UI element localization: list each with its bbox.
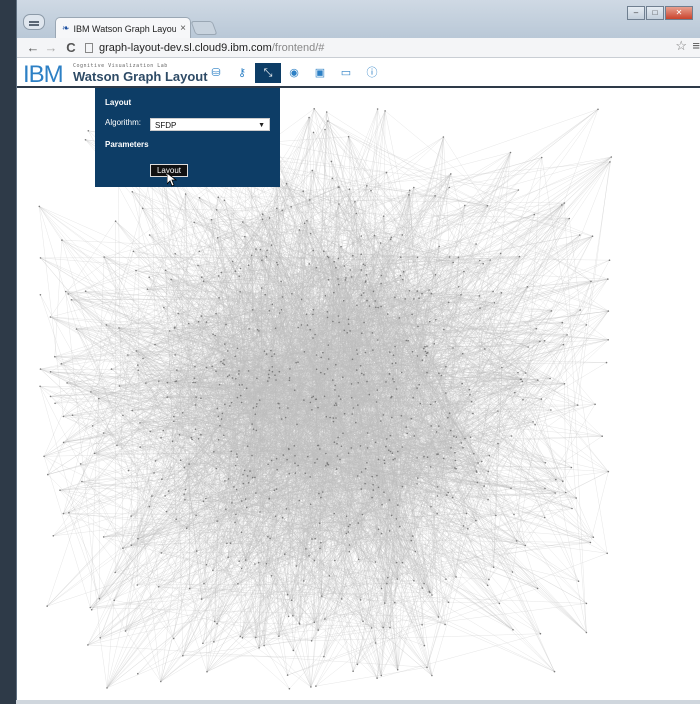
algorithm-value: SFDP [155, 121, 177, 130]
window-bottom-edge [16, 700, 700, 704]
app-header: IBM Cognitive Visualization Lab Watson G… [17, 59, 700, 88]
back-button[interactable]: ← [25, 39, 41, 57]
browser-toolbar: ← → C graph-layout-dev.sl.cloud9.ibm.com… [17, 38, 700, 58]
chevron-down-icon: ▼ [258, 122, 265, 129]
browser-menu-icon[interactable] [23, 14, 45, 30]
page-icon [85, 43, 93, 53]
algorithm-label: Algorithm: [105, 118, 142, 127]
chrome-menu-icon[interactable]: ≡ [692, 38, 700, 53]
browser-tab[interactable]: ❧ IBM Watson Graph Layout × [55, 17, 191, 39]
info-icon[interactable]: ⓘ [359, 63, 385, 83]
tab-close-icon[interactable]: × [176, 23, 190, 34]
watson-favicon-icon: ❧ [62, 23, 70, 33]
layout-panel: Layout Algorithm: SFDP ▼ Parameters Layo… [95, 88, 280, 187]
title-bar: ❧ IBM Watson Graph Layout × – □ ✕ [17, 0, 700, 39]
window-controls: – □ ✕ [626, 6, 693, 20]
parameters-heading: Parameters [105, 140, 149, 149]
ibm-logo: IBM [23, 61, 64, 88]
close-window-button[interactable]: ✕ [665, 6, 693, 20]
url-host: graph-layout-dev.sl.cloud9.ibm.com [99, 42, 272, 54]
algorithm-select[interactable]: SFDP ▼ [150, 118, 270, 131]
app-title: Watson Graph Layout [73, 69, 208, 84]
layout-icon[interactable]: ⤡ [255, 63, 281, 83]
address-bar[interactable]: graph-layout-dev.sl.cloud9.ibm.com /fron… [83, 39, 685, 57]
image-icon[interactable]: ▣ [307, 63, 333, 83]
app-nav-icons: ⛁ ⚷ ⤡ ◉ ▣ ▭ ⓘ [203, 63, 385, 83]
monitor-icon[interactable]: ▭ [333, 63, 359, 83]
forward-button[interactable]: → [43, 39, 59, 57]
reload-button[interactable]: C [63, 39, 79, 57]
mouse-cursor-icon [167, 173, 177, 187]
layout-heading: Layout [105, 98, 132, 107]
maximize-button[interactable]: □ [646, 6, 664, 20]
key-icon[interactable]: ⚷ [229, 63, 255, 83]
eye-icon[interactable]: ◉ [281, 63, 307, 83]
url-path: /frontend/# [271, 42, 325, 54]
tab-title: IBM Watson Graph Layout [73, 23, 176, 34]
database-icon[interactable]: ⛁ [203, 63, 229, 83]
browser-window: ❧ IBM Watson Graph Layout × – □ ✕ ← → C … [16, 0, 700, 704]
bookmark-star-icon[interactable]: ☆ [675, 38, 687, 54]
minimize-button[interactable]: – [627, 6, 645, 20]
new-tab-button[interactable] [190, 21, 218, 35]
